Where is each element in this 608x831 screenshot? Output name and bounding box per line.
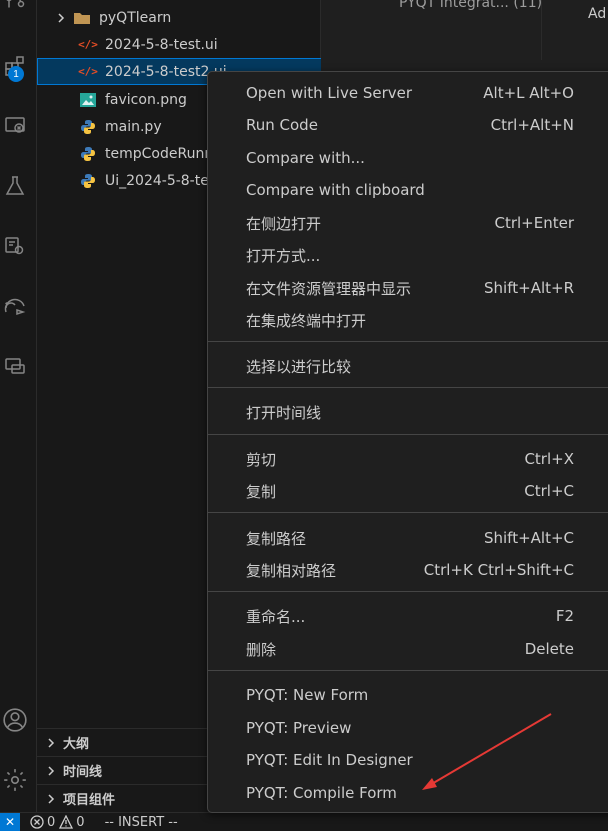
remote-explorer-icon[interactable] [0,108,30,144]
warning-count: 0 [76,814,85,830]
menu-item-label: 打开方式... [246,246,321,265]
menu-item-compare-clipboard[interactable]: Compare with clipboard [208,174,608,206]
menu-item-compare-with[interactable]: Compare with... [208,142,608,174]
menu-item-shortcut: Ctrl+K Ctrl+Shift+C [423,561,574,579]
chevron-right-icon [41,737,61,749]
menu-item-copy-relative-path[interactable]: 复制相对路径 Ctrl+K Ctrl+Shift+C [208,554,608,586]
menu-item-copy[interactable]: 复制 Ctrl+C [208,475,608,507]
menu-item-label: 复制相对路径 [246,561,337,580]
menu-item-shortcut: Alt+L Alt+O [483,84,574,102]
chevron-right-icon [41,765,61,777]
menu-item-open-in-terminal[interactable]: 在集成终端中打开 [208,304,608,336]
status-bar: ✕ 0 0 -- INSERT -- [0,812,608,831]
python-icon [79,118,97,136]
menu-item-open-with[interactable]: 打开方式... [208,239,608,271]
menu-item-pyqt-edit-designer[interactable]: PYQT: Edit In Designer [208,744,608,776]
editor-divider [541,0,542,60]
menu-item-label: Compare with clipboard [246,181,425,199]
menu-item-open-timeline[interactable]: 打开时间线 [208,396,608,428]
chevron-right-icon [41,793,61,805]
error-icon [30,815,44,829]
menu-separator [208,387,608,388]
menu-item-shortcut: Delete [524,640,574,658]
python-icon [79,145,97,163]
menu-item-open-to-side[interactable]: 在侧边打开 Ctrl+Enter [208,207,608,239]
image-icon [79,91,97,109]
menu-item-copy-path[interactable]: 复制路径 Shift+Alt+C [208,522,608,554]
menu-item-label: Open with Live Server [246,84,413,102]
error-count: 0 [47,814,56,830]
menu-item-label: PYQT: New Form [246,686,369,704]
chat-remote-icon[interactable] [0,348,30,384]
menu-item-label: 剪切 [246,450,277,469]
chevron-right-icon [37,12,67,24]
live-share-icon[interactable] [0,288,30,324]
section-label: 时间线 [63,765,103,780]
menu-item-label: Compare with... [246,149,365,167]
remote-indicator-icon[interactable]: ✕ [0,813,20,831]
menu-item-label: 删除 [246,640,277,659]
menu-separator [208,341,608,342]
menu-item-label: 在集成终端中打开 [246,311,367,330]
section-label: 项目组件 [63,793,116,808]
menu-item-label: 选择以进行比较 [246,357,352,376]
menu-item-label: 复制 [246,482,277,501]
menu-separator [208,434,608,435]
menu-item-shortcut: Ctrl+C [524,482,574,500]
settings-gear-icon[interactable] [0,762,30,798]
tree-file-ui[interactable]: </> 2024-5-8-test.ui [37,31,362,58]
html-code-icon: </> [78,38,98,51]
testing-flask-icon[interactable] [0,168,30,204]
tree-item-label: main.py [105,118,162,135]
menu-item-label: PYQT: Compile Form [246,784,397,802]
problems-indicator[interactable]: 0 0 [30,815,85,830]
menu-item-rename[interactable]: 重命名... F2 [208,600,608,632]
tree-item-label: favicon.png [105,91,187,108]
activity-bar: 1 [0,0,37,812]
menu-separator [208,512,608,513]
context-menu: Open with Live Server Alt+L Alt+O Run Cod… [207,71,608,813]
tree-folder-pyqtlearn[interactable]: pyQTlearn [37,4,320,31]
menu-item-delete[interactable]: 删除 Delete [208,633,608,665]
section-label: 大纲 [63,737,90,752]
vim-mode: -- INSERT -- [104,814,178,830]
menu-item-label: PYQT: Preview [246,719,352,737]
menu-item-shortcut: Ctrl+Enter [494,214,574,232]
folder-icon [73,9,91,27]
menu-item-pyqt-preview[interactable]: PYQT: Preview [208,712,608,744]
menu-item-reveal-in-explorer[interactable]: 在文件资源管理器中显示 Shift+Alt+R [208,272,608,304]
menu-item-cut[interactable]: 剪切 Ctrl+X [208,443,608,475]
menu-separator [208,591,608,592]
warning-icon [59,815,74,829]
source-control-icon[interactable] [0,0,30,22]
menu-item-shortcut: Ctrl+X [524,450,574,468]
menu-item-label: 打开时间线 [246,403,322,422]
menu-item-shortcut: Shift+Alt+C [483,529,574,547]
docker-gear-icon[interactable] [0,228,30,264]
tree-item-label: pyQTlearn [99,9,172,26]
menu-item-label: 重命名... [246,607,306,626]
extensions-badge: 1 [8,66,24,82]
python-icon [79,172,97,190]
menu-item-pyqt-compile-form[interactable]: PYQT: Compile Form [208,777,608,809]
editor-tab-title[interactable]: PYQT Integrat... (11) [399,0,542,11]
menu-item-shortcut: Ctrl+Alt+N [490,116,574,134]
menu-item-label: 在侧边打开 [246,214,322,233]
menu-item-select-for-compare[interactable]: 选择以进行比较 [208,350,608,382]
menu-item-label: 在文件资源管理器中显示 [246,279,412,298]
editor-right-text: Ad [588,6,607,22]
menu-item-pyqt-new-form[interactable]: PYQT: New Form [208,679,608,711]
menu-item-label: PYQT: Edit In Designer [246,751,413,769]
tree-item-label: 2024-5-8-test.ui [105,36,218,53]
menu-item-shortcut: Shift+Alt+R [484,279,574,297]
menu-item-label: Run Code [246,116,318,134]
account-icon[interactable] [0,702,30,738]
html-code-icon: </> [78,65,98,78]
menu-item-label: 复制路径 [246,529,307,548]
menu-separator [208,670,608,671]
menu-item-run-code[interactable]: Run Code Ctrl+Alt+N [208,109,608,141]
menu-item-shortcut: F2 [555,607,574,625]
menu-item-open-live-server[interactable]: Open with Live Server Alt+L Alt+O [208,77,608,109]
